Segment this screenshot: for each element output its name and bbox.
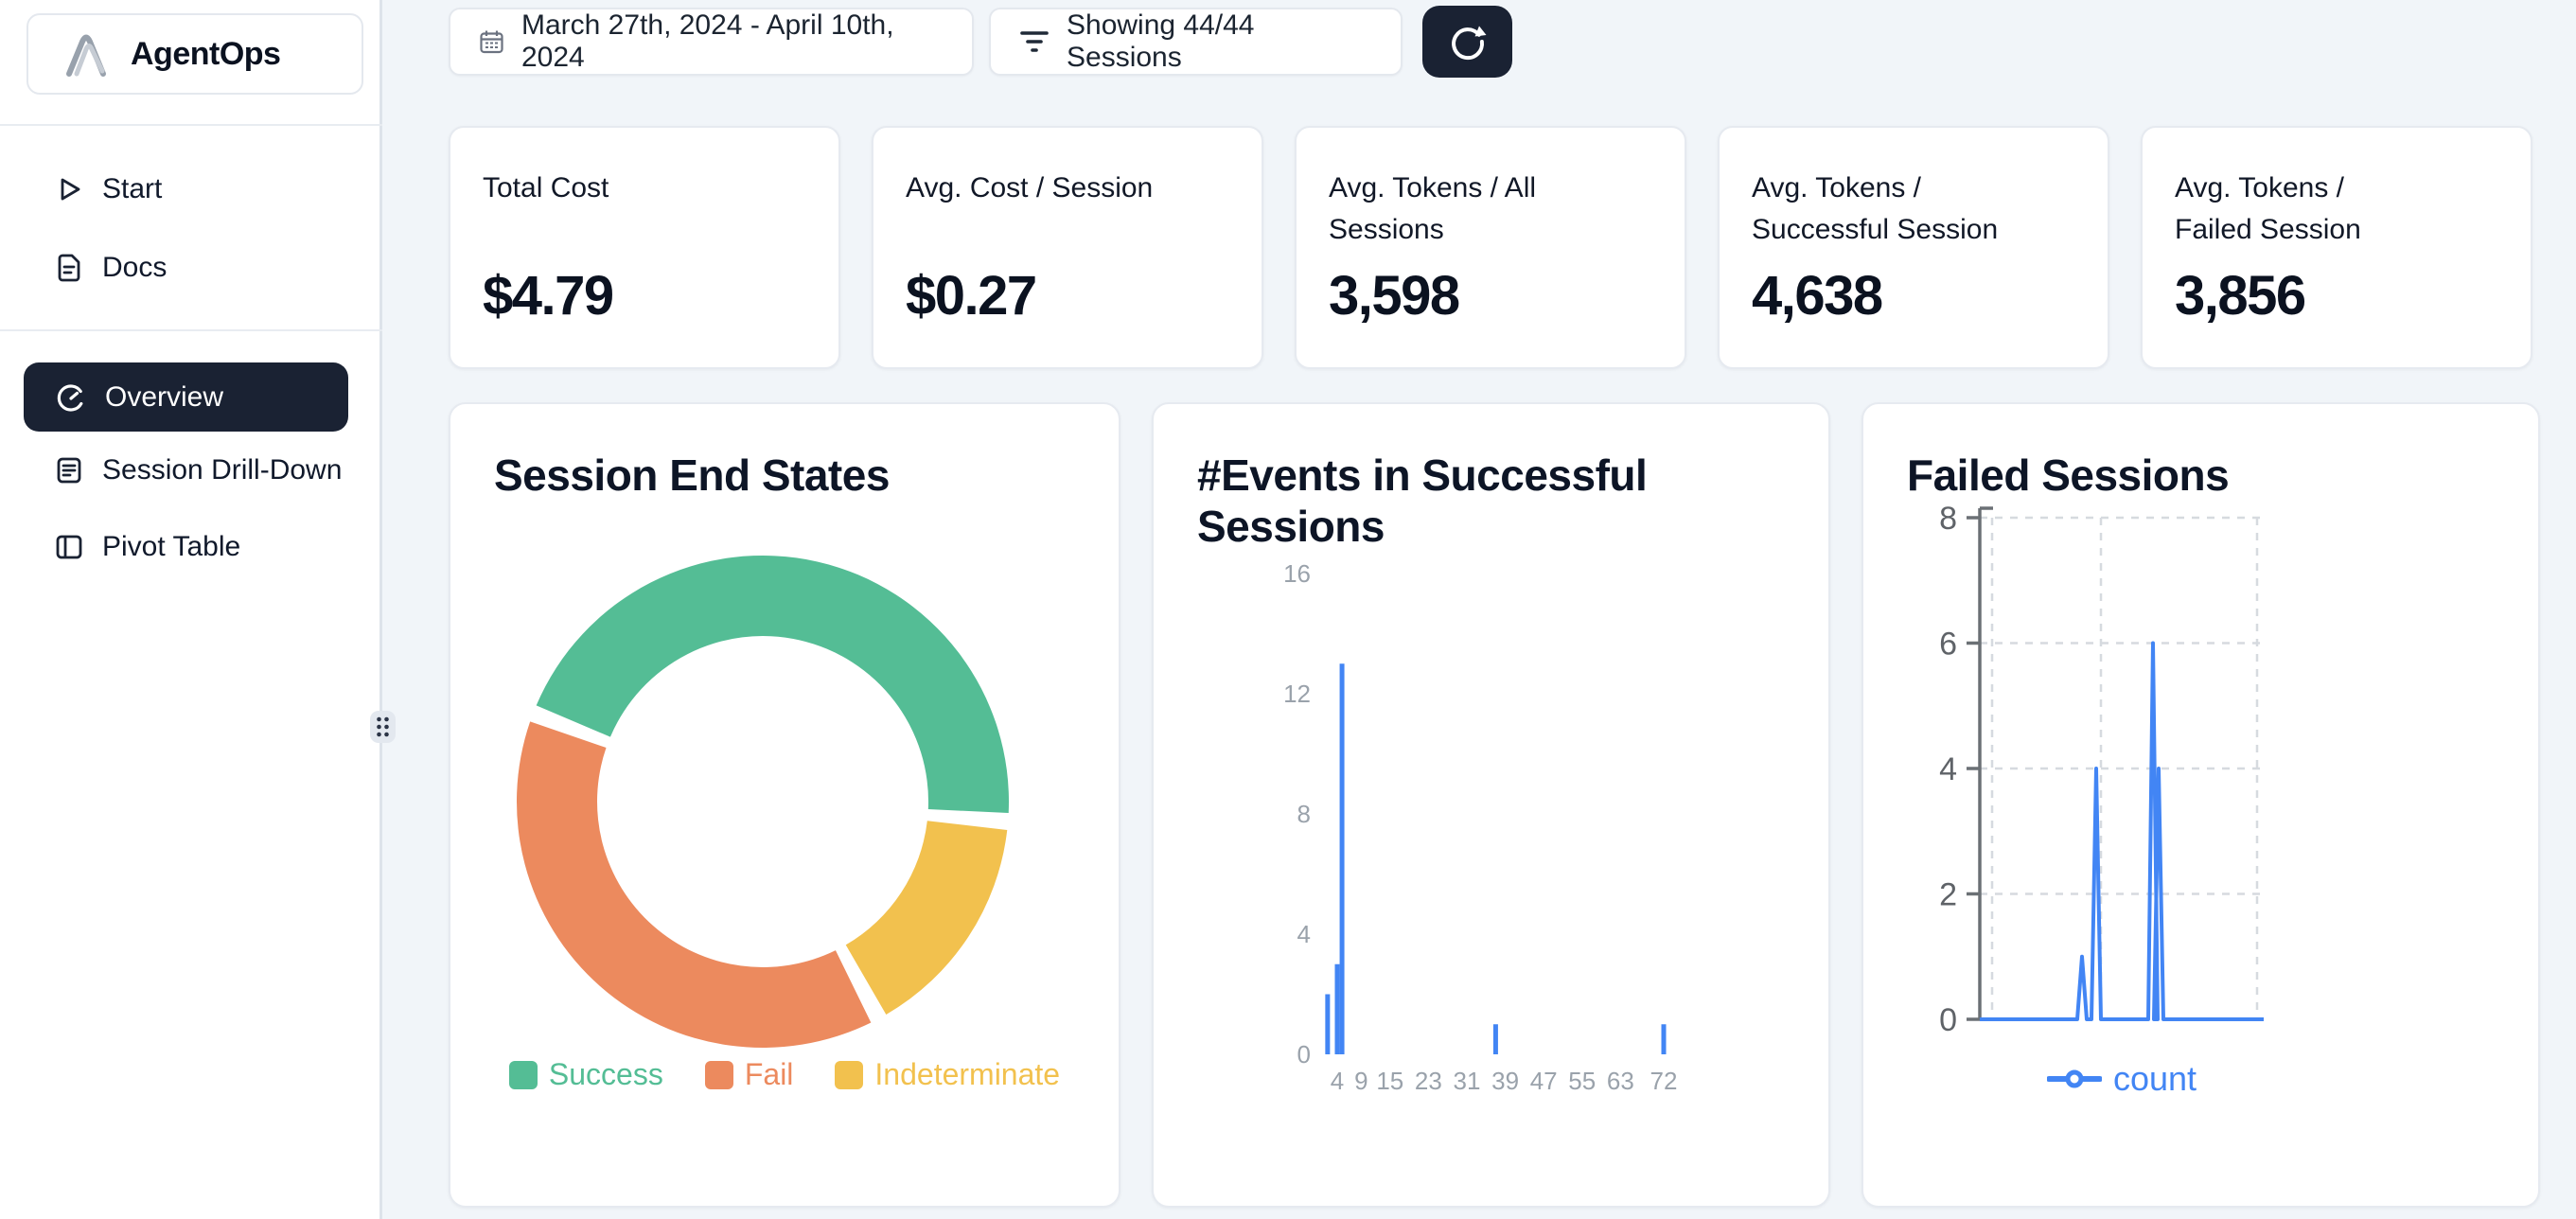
stat-label: Total Cost: [483, 168, 791, 209]
sidebar-divider-bottom: [0, 329, 382, 331]
legend-swatch: [835, 1061, 863, 1089]
svg-text:0: 0: [1939, 1002, 1957, 1038]
panel-left-icon: [53, 531, 85, 563]
svg-text:2: 2: [1939, 877, 1957, 913]
sidebar-item-pivot-table[interactable]: Pivot Table: [23, 524, 354, 570]
document-icon: [53, 252, 85, 284]
sidebar-item-overview[interactable]: Overview: [24, 362, 348, 432]
bar-x37[interactable]: [1493, 1024, 1498, 1054]
bar-x4[interactable]: [1335, 964, 1340, 1054]
bar-x2[interactable]: [1325, 995, 1330, 1055]
calendar-icon: [479, 29, 504, 55]
stat-value: $4.79: [483, 266, 613, 327]
donut-segment-indeterminate[interactable]: [846, 821, 1008, 1015]
date-range-button[interactable]: March 27th, 2024 - April 10th, 2024: [449, 8, 974, 76]
session-filter-label: Showing 44/44 Sessions: [1067, 9, 1372, 74]
legend-item-success[interactable]: Success: [509, 1057, 663, 1092]
refresh-button[interactable]: [1422, 6, 1512, 78]
svg-text:9: 9: [1354, 1067, 1367, 1095]
events-bar-chart[interactable]: 0481216491523313947556372: [1154, 404, 1832, 1210]
svg-text:55: 55: [1568, 1067, 1596, 1095]
file-lines-icon: [53, 454, 85, 486]
svg-text:72: 72: [1650, 1067, 1678, 1095]
session-filter-button[interactable]: Showing 44/44 Sessions: [989, 8, 1403, 76]
failed-sessions-panel: Failed Sessions 02468 count: [1861, 402, 2540, 1208]
sidebar-item-label: Start: [102, 173, 162, 205]
legend-swatch: [705, 1061, 733, 1089]
stat-card-avg-cost: Avg. Cost / Session $0.27: [872, 126, 1263, 369]
svg-text:15: 15: [1376, 1067, 1403, 1095]
svg-text:12: 12: [1283, 680, 1311, 708]
stat-value: 3,598: [1329, 266, 1459, 327]
donut-segment-success[interactable]: [537, 556, 1009, 813]
stat-value: 4,638: [1752, 266, 1882, 327]
logo[interactable]: AgentOps: [26, 13, 363, 95]
svg-text:4: 4: [1297, 920, 1311, 948]
play-icon: [53, 173, 85, 205]
sidebar-divider-top: [0, 124, 382, 126]
svg-text:23: 23: [1415, 1067, 1442, 1095]
session-end-states-panel: Session End States SuccessFailIndetermin…: [449, 402, 1120, 1208]
svg-text:31: 31: [1454, 1067, 1481, 1095]
count-legend[interactable]: count: [1980, 1059, 2264, 1099]
legend-label: Fail: [745, 1057, 794, 1092]
stat-value: 3,856: [2175, 266, 2305, 327]
date-range-label: March 27th, 2024 - April 10th, 2024: [521, 9, 944, 74]
stat-card-avg-tokens-successful: Avg. Tokens / Successful Session 4,638: [1718, 126, 2109, 369]
svg-text:4: 4: [1939, 751, 1957, 787]
filter-icon: [1019, 28, 1050, 55]
donut-legend: Success Fail Indeterminate: [450, 1057, 1119, 1092]
svg-text:6: 6: [1939, 627, 1957, 662]
count-legend-label: count: [2113, 1059, 2197, 1099]
agentops-paperclip-icon: [61, 28, 112, 80]
svg-text:8: 8: [1297, 800, 1311, 828]
stat-card-total-cost: Total Cost $4.79: [449, 126, 840, 369]
sidebar-resize-handle[interactable]: [370, 711, 396, 743]
svg-text:8: 8: [1939, 501, 1957, 537]
stat-label: Avg. Tokens / Failed Session: [2175, 168, 2408, 251]
svg-text:0: 0: [1297, 1040, 1311, 1069]
sidebar: AgentOps Start Docs Overview Session Dri…: [0, 0, 382, 1219]
svg-text:39: 39: [1491, 1067, 1519, 1095]
line-series-icon: [2047, 1067, 2102, 1091]
svg-text:16: 16: [1283, 559, 1311, 588]
sidebar-item-label: Docs: [102, 252, 167, 284]
svg-text:47: 47: [1530, 1067, 1558, 1095]
donut-segment-fail[interactable]: [517, 721, 871, 1048]
legend-label: Success: [549, 1057, 663, 1092]
sidebar-item-start[interactable]: Start: [23, 167, 354, 212]
stat-label: Avg. Tokens / Successful Session: [1752, 168, 2060, 251]
gauge-icon: [54, 380, 88, 415]
logo-text: AgentOps: [131, 36, 280, 73]
events-histogram-panel: #Events in Successful Sessions 048121649…: [1152, 402, 1830, 1208]
svg-text:4: 4: [1331, 1067, 1344, 1095]
legend-swatch: [509, 1061, 538, 1089]
sidebar-item-label: Pivot Table: [102, 531, 240, 563]
count-line-series[interactable]: [1980, 644, 2264, 1020]
sidebar-item-session-drill-down[interactable]: Session Drill-Down: [23, 448, 354, 493]
sidebar-item-label: Overview: [105, 381, 223, 414]
legend-item-indeterminate[interactable]: Indeterminate: [835, 1057, 1060, 1092]
stat-label: Avg. Tokens / All Sessions: [1329, 168, 1571, 251]
grip-dots-icon: [370, 711, 396, 743]
svg-text:63: 63: [1607, 1067, 1634, 1095]
bar-x5[interactable]: [1340, 663, 1345, 1054]
legend-item-fail[interactable]: Fail: [705, 1057, 794, 1092]
legend-label: Indeterminate: [874, 1057, 1060, 1092]
refresh-icon: [1447, 21, 1489, 62]
bar-x72[interactable]: [1661, 1024, 1666, 1054]
stat-card-avg-tokens-failed: Avg. Tokens / Failed Session 3,856: [2141, 126, 2532, 369]
sidebar-item-label: Session Drill-Down: [102, 454, 342, 486]
stat-card-avg-tokens-all: Avg. Tokens / All Sessions 3,598: [1295, 126, 1686, 369]
stat-value: $0.27: [906, 266, 1036, 327]
stat-label: Avg. Cost / Session: [906, 168, 1214, 209]
sidebar-item-docs[interactable]: Docs: [23, 245, 354, 291]
